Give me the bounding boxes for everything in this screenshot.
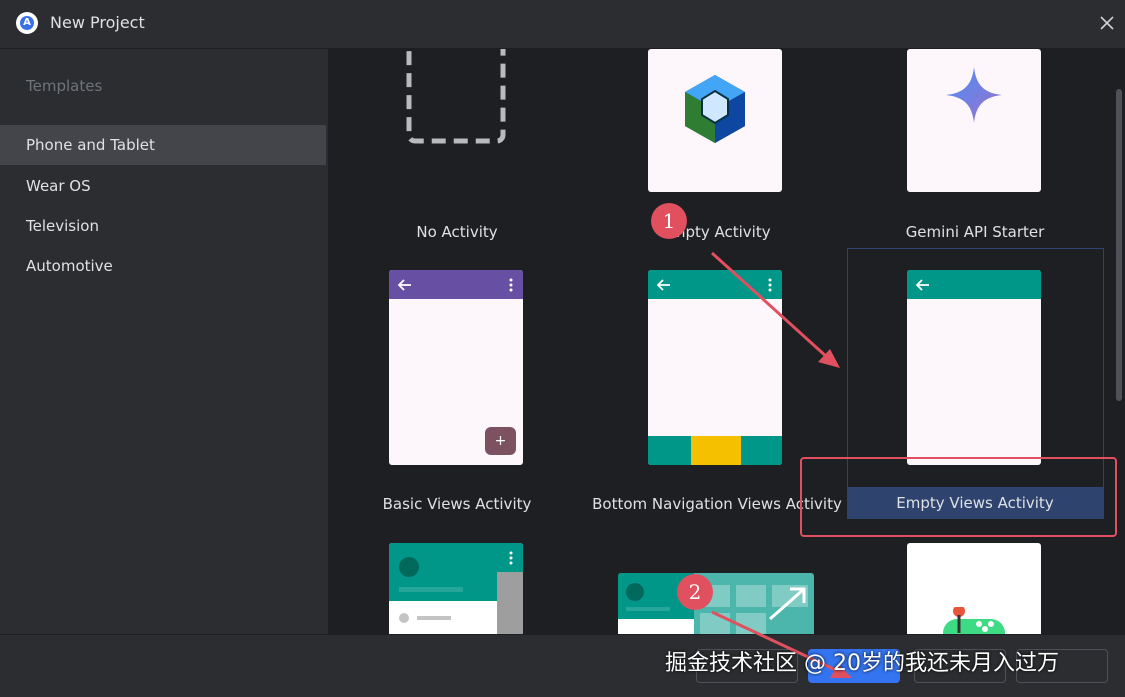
template-preview [907,49,1041,192]
template-label: Empty Activity [661,223,771,241]
back-arrow-icon [657,279,670,291]
template-preview: + [389,270,523,465]
sidebar-item-wear-os[interactable]: Wear OS [0,166,326,206]
sidebar-item-phone-and-tablet[interactable]: Phone and Tablet [0,125,326,165]
sidebar-item-television[interactable]: Television [0,206,326,246]
back-arrow-icon [916,279,929,291]
bottom-navigation-bar [648,436,782,465]
template-label: No Activity [416,223,498,241]
vertical-scrollbar[interactable] [1116,89,1122,401]
bottom-nav-selected-item [691,436,741,465]
app-bar [648,270,782,299]
more-vert-icon [509,551,513,565]
close-button[interactable] [1096,12,1118,34]
more-vert-icon [509,278,513,292]
template-preview [389,543,523,634]
template-preview [907,270,1041,465]
jetpack-compose-icon [685,75,745,143]
more-vert-icon [768,278,772,292]
window-title: New Project [50,13,145,32]
app-bar [389,270,523,299]
template-category-sidebar: Templates Phone and Tablet Wear OS Telev… [0,49,329,634]
template-label: Basic Views Activity [382,495,532,513]
template-label: Gemini API Starter [905,223,1045,241]
template-gallery: No Activity Empty Activity Gemini API St… [329,49,1125,634]
template-preview [648,49,782,192]
drawer-header [389,543,497,601]
title-bar: A New Project [0,0,1125,49]
template-preview [618,573,814,634]
watermark-text: 掘金技术社区 @ 20岁的我还未月入过万 [665,651,1059,676]
annotation-highlight-box [800,457,1117,537]
game-controller-icon [943,607,1005,634]
dashed-placeholder-icon [406,49,506,144]
fab-add-icon: + [485,427,516,455]
sidebar-item-automotive[interactable]: Automotive [0,246,326,286]
annotation-marker-2: 2 [677,574,713,610]
android-studio-icon: A [16,12,38,34]
templates-header: Templates [26,77,103,95]
template-preview [907,543,1041,634]
annotation-marker-1: 1 [651,203,687,239]
close-icon [1100,16,1114,30]
resize-arrow-icon [769,587,806,621]
template-preview [648,270,782,465]
gemini-star-icon [946,67,1002,123]
back-arrow-icon [398,279,411,291]
app-bar [907,270,1041,299]
